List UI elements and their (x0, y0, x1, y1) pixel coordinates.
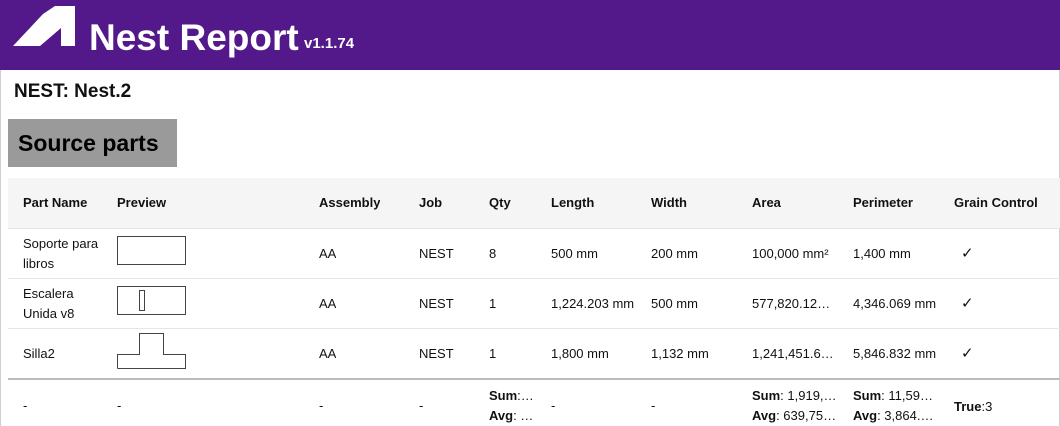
col-qty[interactable]: Qty (489, 193, 541, 213)
assembly: AA (319, 296, 337, 311)
section-title: Source parts (18, 130, 159, 156)
section-header: Source parts (8, 119, 177, 167)
nest-title: NEST: Nest.2 (14, 81, 132, 102)
col-length[interactable]: Length (551, 193, 646, 213)
perimeter: 4,346.069 mm (853, 296, 937, 311)
width: 1,132 mm (651, 346, 709, 361)
summary-perimeter-sum: Sum: 11,59… (853, 388, 933, 403)
autodesk-logo-icon (13, 6, 75, 46)
summary-qty-avg: Avg: … (489, 408, 534, 423)
length: 1,800 mm (551, 346, 609, 361)
area: 100,000 mm² (752, 246, 829, 261)
summary-row: - - - - Sum:… Avg: … - - Sum: 1,919,… Av… (8, 378, 1060, 426)
grain-check-icon: ✓ (961, 295, 974, 312)
table-row[interactable]: Escalera Unida v8 AA NEST 1 1,224.203 mm… (8, 278, 1060, 328)
qty: 1 (489, 296, 497, 311)
width: 500 mm (651, 296, 698, 311)
assembly: AA (319, 246, 337, 261)
area: 1,241,451.6… (752, 346, 834, 361)
report-title: Nest Report (89, 17, 299, 58)
col-perimeter[interactable]: Perimeter (853, 193, 945, 213)
rectangle-preview-icon (117, 236, 186, 265)
col-part-name[interactable]: Part Name (23, 193, 87, 213)
width: 200 mm (651, 246, 698, 261)
t-shape-preview-icon (117, 333, 186, 369)
col-grain-control[interactable]: Grain Control (954, 193, 1054, 213)
summary-name: - (23, 398, 28, 413)
part-name: Silla2 (23, 346, 55, 361)
col-job[interactable]: Job (419, 193, 442, 213)
grain-check-icon: ✓ (961, 345, 974, 362)
col-assembly[interactable]: Assembly (319, 193, 380, 213)
summary-preview: - (117, 398, 122, 413)
job: NEST (419, 246, 454, 261)
part-name: Soporte para libros (23, 236, 99, 271)
grain-check-icon: ✓ (961, 245, 974, 262)
col-preview[interactable]: Preview (117, 193, 166, 213)
version-label: v1.1.74 (304, 35, 355, 52)
summary-job: - (419, 398, 424, 413)
col-width[interactable]: Width (651, 193, 746, 213)
summary-area-sum: Sum: 1,919,… (752, 388, 837, 403)
perimeter: 5,846.832 mm (853, 346, 937, 361)
summary-perimeter-avg: Avg: 3,864.… (853, 408, 934, 423)
table-row[interactable]: Soporte para libros AA NEST 8 500 mm 200… (8, 228, 1060, 278)
area: 577,820.12… (752, 296, 831, 311)
summary-width: - (651, 398, 656, 413)
table-header: Part Name Preview Assembly Job Qty Lengt… (8, 178, 1060, 228)
col-area[interactable]: Area (752, 193, 844, 213)
perimeter: 1,400 mm (853, 246, 911, 261)
summary-grain: True:3 (954, 399, 993, 414)
table-row[interactable]: Silla2 AA NEST 1 1,800 mm 1,132 mm 1,241… (8, 328, 1060, 378)
summary-qty-sum: Sum:… (489, 388, 534, 403)
summary-length: - (551, 398, 556, 413)
assembly: AA (319, 346, 337, 361)
summary-area-avg: Avg: 639,75… (752, 408, 837, 423)
qty: 8 (489, 246, 497, 261)
length: 1,224.203 mm (551, 296, 635, 311)
job: NEST (419, 296, 454, 311)
summary-assembly: - (319, 398, 324, 413)
length: 500 mm (551, 246, 598, 261)
report-header: Nest Report v1.1.74 (0, 0, 1060, 70)
qty: 1 (489, 346, 497, 361)
part-name: Escalera Unida v8 (23, 286, 75, 321)
job: NEST (419, 346, 454, 361)
ladder-preview-icon (117, 286, 186, 315)
